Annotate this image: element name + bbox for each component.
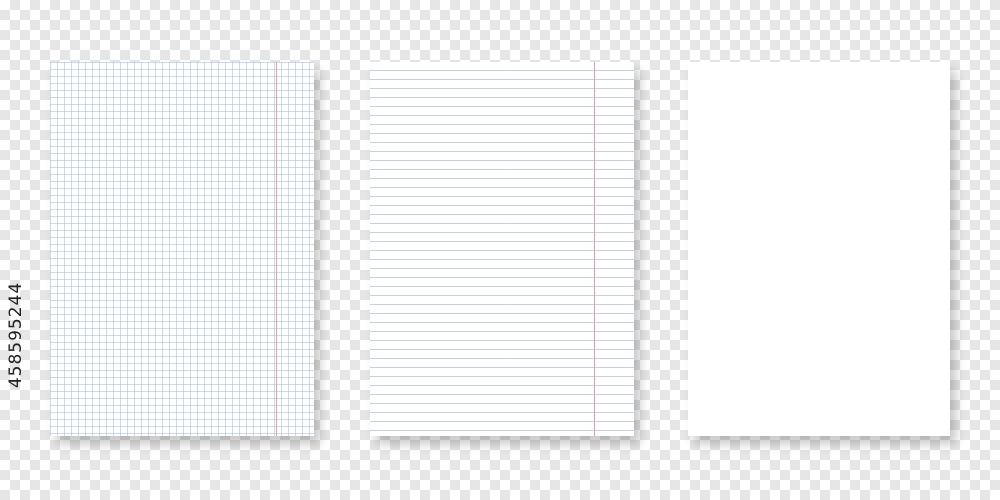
lined-paper-sheet <box>370 62 634 436</box>
stock-id-text: 458595244 <box>6 281 26 389</box>
blank-paper-sheet <box>688 62 950 436</box>
red-margin-line <box>594 62 595 436</box>
red-margin-line <box>276 62 277 436</box>
grid-paper-sheet <box>50 62 314 436</box>
stock-id-watermark: 458595244 <box>2 255 30 415</box>
